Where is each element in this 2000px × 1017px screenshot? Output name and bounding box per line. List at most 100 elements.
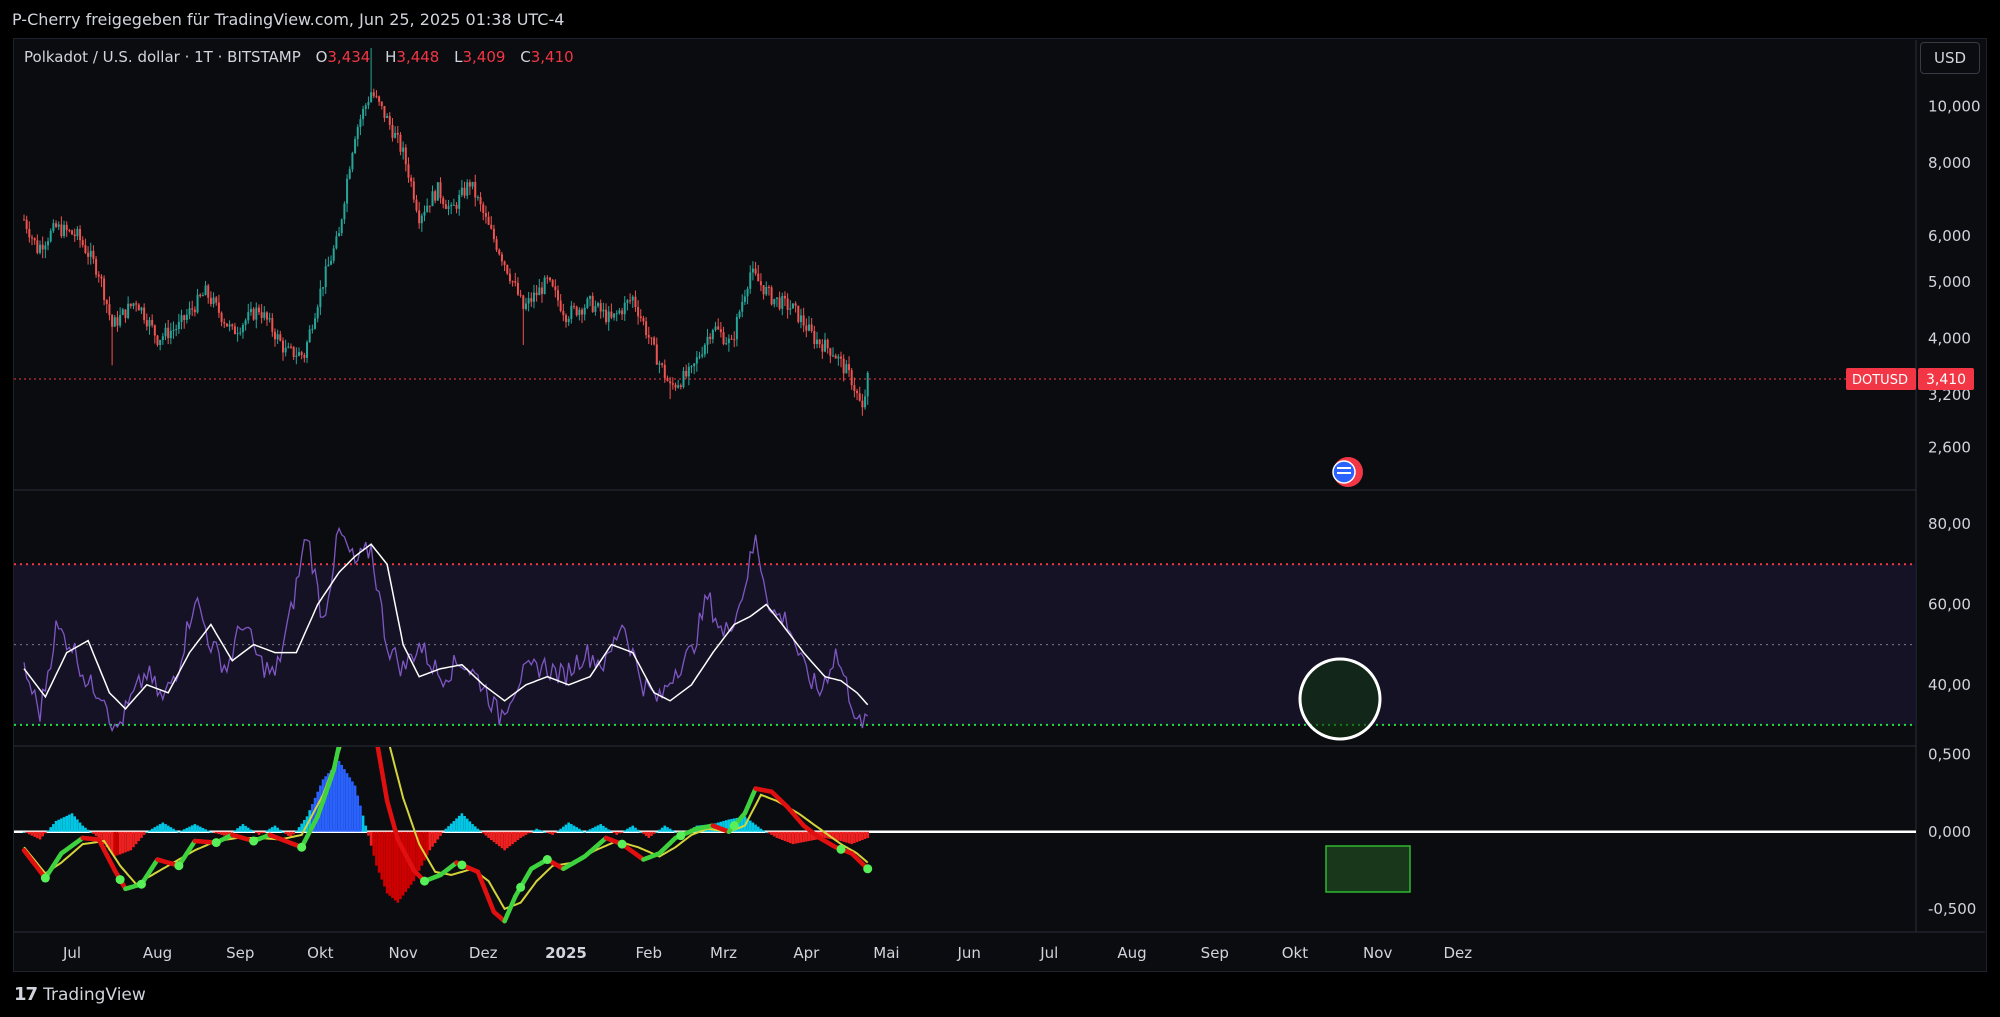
candle-body [180, 315, 183, 322]
candle-body [287, 346, 290, 348]
candle-body [65, 224, 68, 231]
candle-body [359, 119, 362, 128]
histogram-bar [137, 831, 141, 842]
candle-body [290, 346, 292, 348]
candle-body [829, 348, 832, 356]
candle-body [826, 339, 829, 349]
histogram-bar [268, 828, 271, 832]
histogram-bar [847, 831, 851, 844]
cross-dot [115, 875, 125, 885]
candle-body [380, 101, 383, 106]
candle-body [653, 337, 656, 345]
candle-body [25, 219, 28, 230]
candle-body [842, 358, 845, 374]
histogram-bar [457, 815, 461, 832]
candle-body [89, 250, 92, 257]
candle-body [663, 364, 666, 379]
candle-body [332, 248, 335, 261]
candle-body [399, 134, 402, 152]
candle-body [634, 296, 637, 308]
candle-body [797, 305, 800, 322]
candle-body [775, 297, 778, 299]
histogram-bar [201, 827, 205, 832]
candle-body [490, 224, 493, 229]
histogram-bar [238, 826, 242, 832]
candle-body [599, 303, 602, 312]
candle-body [63, 224, 66, 237]
rsi-tick-label: 80,00 [1928, 515, 1971, 533]
histogram-bar [33, 831, 36, 837]
candle-body [324, 266, 327, 288]
candle-body [554, 286, 557, 291]
candle-body [794, 303, 797, 306]
histogram-bar [343, 769, 346, 832]
candle-body [375, 96, 378, 98]
histogram-bar [612, 831, 616, 834]
histogram-bar [180, 830, 183, 832]
candle-body [770, 287, 773, 305]
low-label: L [454, 48, 463, 66]
histogram-bar [658, 829, 661, 832]
candle-body [87, 252, 90, 257]
histogram-bar [644, 831, 648, 836]
candle-body [698, 356, 701, 358]
candle-body [121, 309, 124, 315]
candle-body [586, 298, 589, 308]
histogram-bar [535, 828, 538, 832]
histogram-bar [190, 825, 194, 832]
candle-body [193, 309, 196, 313]
histogram-bar [578, 828, 581, 832]
histogram-bar [660, 827, 664, 832]
candle-body [840, 356, 843, 359]
candle-body [172, 329, 175, 331]
candle-body [298, 352, 301, 356]
candle-body [33, 238, 36, 241]
candle-body [832, 355, 835, 357]
histogram-bar [436, 831, 440, 840]
histogram-bar [76, 819, 79, 832]
histogram-bar [562, 826, 565, 832]
rsi-tick-label: 40,00 [1928, 676, 1971, 694]
candle-body [47, 241, 50, 246]
histogram-bar [527, 831, 530, 834]
candle-body [383, 105, 386, 118]
candle-body [111, 315, 114, 327]
candle-body [581, 309, 584, 315]
tradingview-logo[interactable]: 17 TradingView [14, 984, 146, 1005]
histogram-bar [241, 824, 245, 832]
histogram-bar [233, 830, 237, 832]
candle-body [741, 301, 744, 312]
price-tick-label: 4,000 [1928, 330, 1971, 348]
chart-svg[interactable]: 10,0008,0006,0005,0004,0003,2002,600DOTU… [0, 0, 2000, 1017]
histogram-bar [471, 824, 474, 832]
rsi-tick-label: 60,00 [1928, 595, 1971, 613]
candle-body [460, 187, 463, 195]
histogram-bar [655, 831, 659, 833]
histogram-bar [503, 831, 506, 851]
candle-body [543, 277, 546, 294]
candle-body [84, 245, 87, 253]
highlight-circle [1298, 657, 1382, 741]
candle-body [677, 385, 680, 388]
candle-body [57, 224, 60, 227]
candle-body [220, 312, 223, 322]
histogram-bar [86, 829, 90, 832]
histogram-bar [164, 824, 167, 832]
candle-body [362, 108, 365, 120]
histogram-bar [68, 814, 71, 832]
candle-body [330, 260, 333, 265]
time-tick-label: Mrz [710, 944, 737, 962]
histogram-bar [559, 828, 562, 832]
candle-body [455, 204, 458, 209]
currency-button[interactable]: USD [1920, 42, 1980, 74]
histogram-bar [148, 830, 151, 832]
candle-body [370, 92, 373, 102]
candle-body [135, 303, 138, 305]
candle-body [605, 309, 608, 323]
symbol-name: Polkadot / U.S. dollar · 1T · BITSTAMP [24, 48, 301, 66]
candle-body [730, 338, 733, 340]
histogram-bar [620, 831, 624, 833]
histogram-bar [220, 831, 223, 835]
symbol-legend[interactable]: Polkadot / U.S. dollar · 1T · BITSTAMP O… [24, 48, 574, 66]
wavetrend-fast-segment [337, 747, 341, 748]
